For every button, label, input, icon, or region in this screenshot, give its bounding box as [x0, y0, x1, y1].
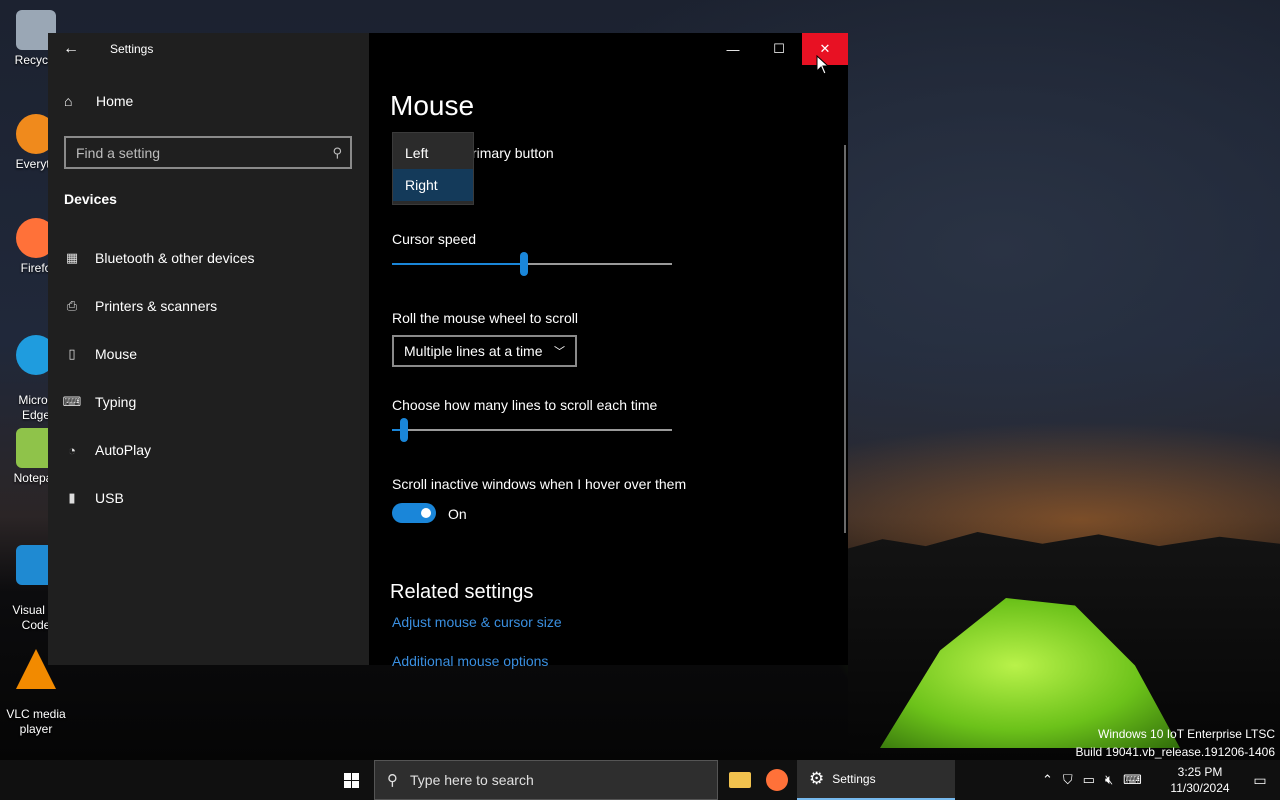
- sidebar-item-home[interactable]: ⌂ Home: [64, 93, 133, 109]
- maximize-button[interactable]: ☐: [756, 33, 802, 65]
- keyboard-icon[interactable]: ⌨: [1123, 772, 1142, 788]
- chevron-down-icon: ﹀: [554, 346, 565, 358]
- settings-content-pane: — ☐ ✕ Mouse rimary button Left Right Cur…: [369, 33, 848, 669]
- autoplay-icon: ◔: [68, 442, 76, 458]
- mouse-icon: ▯: [68, 346, 76, 361]
- notification-icon: ▭: [1253, 771, 1267, 788]
- wheel-scroll-label: Roll the mouse wheel to scroll: [392, 310, 578, 326]
- chevron-up-icon[interactable]: ⌃: [1042, 772, 1053, 788]
- settings-window: ← Settings ⌂ Home ⚲ Devices ▦ Bluetooth …: [48, 33, 848, 669]
- keyboard-icon: ⌨: [62, 394, 82, 409]
- taskbar-firefox[interactable]: [760, 760, 794, 800]
- sidebar-item-label: Printers & scanners: [95, 298, 218, 314]
- clock-date: 11/30/2024: [1170, 781, 1230, 795]
- taskbar-search-placeholder: Type here to search: [410, 772, 534, 788]
- toggle-state-label: On: [448, 506, 467, 522]
- system-tray: ⌃ ⛉ ▭ 🔇︎ ⌨: [1042, 760, 1152, 800]
- back-arrow-icon: ←: [63, 40, 79, 57]
- sidebar-item-mouse[interactable]: ▯ Mouse: [48, 334, 369, 374]
- sidebar-item-label: AutoPlay: [95, 442, 152, 458]
- find-setting-search[interactable]: ⚲: [64, 136, 352, 169]
- scroll-inactive-toggle[interactable]: [392, 503, 436, 523]
- mouse-pointer-icon: [816, 55, 830, 75]
- slider-fill: [392, 263, 524, 265]
- additional-mouse-options-link[interactable]: Additional mouse options: [392, 653, 548, 669]
- dropdown-option-left[interactable]: Left: [393, 137, 473, 169]
- content-scrollbar[interactable]: [844, 145, 846, 533]
- clock-time: 3:25 PM: [1177, 765, 1223, 779]
- start-button[interactable]: [328, 760, 374, 800]
- home-icon: ⌂: [64, 93, 73, 109]
- notification-center-button[interactable]: ▭: [1240, 760, 1280, 800]
- sidebar-item-typing[interactable]: ⌨ Typing: [48, 382, 369, 422]
- gear-icon: ⚙: [809, 769, 825, 788]
- taskbar-app-label: Settings: [832, 772, 876, 786]
- windows-build-watermark: Build 19041.vb_release.191206-1406: [1075, 745, 1276, 759]
- scroll-lines-label: Choose how many lines to scroll each tim…: [392, 397, 658, 413]
- desktop-icon-label: VLC media player: [6, 707, 66, 736]
- page-title: Mouse: [390, 90, 475, 121]
- security-icon[interactable]: ⛉: [1063, 772, 1073, 788]
- sidebar-item-bluetooth[interactable]: ▦ Bluetooth & other devices: [48, 238, 369, 278]
- toggle-knob: [421, 508, 431, 518]
- sidebar-item-usb[interactable]: ▮ USB: [48, 478, 369, 518]
- bluetooth-devices-icon: ▦: [65, 250, 79, 265]
- wheel-scroll-value: Multiple lines at a time: [404, 343, 543, 359]
- usb-icon: ▮: [68, 490, 76, 505]
- minimize-button[interactable]: —: [710, 33, 756, 65]
- slider-thumb[interactable]: [520, 252, 528, 276]
- scroll-lines-slider[interactable]: [392, 418, 672, 442]
- taskbar-settings[interactable]: ⚙ Settings: [797, 760, 955, 800]
- sidebar-item-label: USB: [95, 490, 124, 506]
- section-label-devices: Devices: [64, 191, 117, 207]
- dropdown-option-right[interactable]: Right: [393, 169, 473, 201]
- sidebar-item-printers[interactable]: ⎙ Printers & scanners: [48, 286, 369, 326]
- taskbar-file-explorer[interactable]: [722, 760, 758, 800]
- search-icon: ⚲: [387, 772, 398, 789]
- settings-sidebar: ← Settings ⌂ Home ⚲ Devices ▦ Bluetooth …: [48, 33, 369, 665]
- wheel-scroll-select[interactable]: Multiple lines at a time ﹀: [392, 335, 577, 367]
- taskbar-clock[interactable]: 3:25 PM 11/30/2024: [1164, 764, 1236, 796]
- scroll-inactive-label: Scroll inactive windows when I hover ove…: [392, 476, 687, 492]
- cursor-speed-label: Cursor speed: [392, 231, 477, 247]
- primary-button-dropdown: Left Right: [392, 132, 474, 205]
- sidebar-item-label: Typing: [95, 394, 137, 410]
- slider-track: [392, 429, 672, 431]
- sidebar-item-label: Mouse: [95, 346, 138, 362]
- maximize-icon: ☐: [773, 41, 785, 56]
- app-title: Settings: [110, 42, 154, 56]
- slider-thumb[interactable]: [400, 418, 408, 442]
- network-icon[interactable]: ▭: [1083, 772, 1095, 788]
- sidebar-item-label: Bluetooth & other devices: [95, 250, 255, 266]
- sidebar-item-autoplay[interactable]: ◔ AutoPlay: [48, 430, 369, 470]
- taskbar-search[interactable]: ⚲ Type here to search: [374, 760, 718, 800]
- cursor-speed-slider[interactable]: [392, 252, 672, 276]
- firefox-icon: [766, 769, 788, 791]
- file-explorer-icon: [729, 772, 751, 788]
- windows-edition-watermark: Windows 10 IoT Enterprise LTSC: [1098, 727, 1275, 741]
- printer-icon: ⎙: [66, 298, 78, 313]
- search-input[interactable]: [76, 144, 333, 161]
- title-bar: ← Settings: [48, 33, 369, 65]
- taskbar: ⚲ Type here to search ⚙ Settings ⌃ ⛉ ▭ 🔇…: [0, 760, 1280, 800]
- sidebar-item-label: Home: [96, 93, 134, 109]
- primary-button-label: rimary button: [472, 145, 554, 161]
- volume-muted-icon[interactable]: 🔇︎: [1105, 772, 1113, 788]
- back-button[interactable]: ←: [48, 33, 94, 65]
- windows-logo-icon: [343, 772, 359, 788]
- related-settings-heading: Related settings: [390, 581, 534, 603]
- minimize-icon: —: [726, 41, 740, 57]
- adjust-cursor-size-link[interactable]: Adjust mouse & cursor size: [392, 614, 562, 630]
- search-icon: ⚲: [332, 144, 342, 160]
